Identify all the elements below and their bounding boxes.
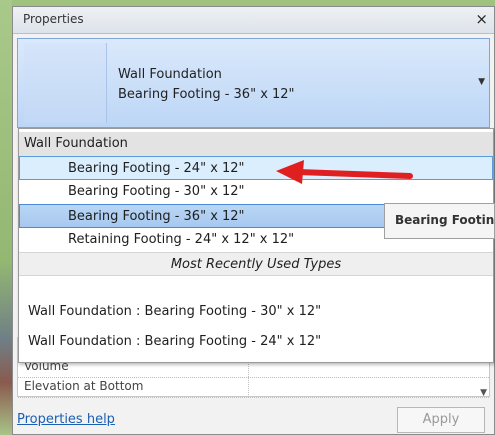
type-family-label: Wall Foundation <box>118 67 222 82</box>
type-dropdown-list: Wall Foundation Bearing Footing - 24" x … <box>18 128 494 363</box>
list-item[interactable]: Bearing Footing - 30" x 12" <box>19 180 493 204</box>
red-arrow-annotation <box>276 160 413 184</box>
title-bar: Properties × <box>13 7 494 34</box>
apply-button[interactable]: Apply <box>397 407 485 433</box>
list-item-label: Wall Foundation : Bearing Footing - 24" … <box>28 334 322 349</box>
close-icon[interactable]: × <box>475 10 488 28</box>
group-header-label: Wall Foundation <box>24 136 128 151</box>
property-row[interactable]: Elevation at Bottom <box>18 377 489 398</box>
recent-types-label: Most Recently Used Types <box>170 257 342 272</box>
list-item-label: Bearing Footing - 30" x 12" <box>68 184 245 199</box>
background <box>0 0 12 435</box>
list-item-label: Bearing Footing - 36" x 12" <box>68 209 245 224</box>
tooltip: Bearing Footin <box>384 203 495 239</box>
type-thumbnail <box>24 43 107 123</box>
properties-help-link[interactable]: Properties help <box>17 412 115 427</box>
property-label: Elevation at Bottom <box>24 379 144 393</box>
type-name-label: Bearing Footing - 36" x 12" <box>118 87 295 102</box>
type-selector[interactable]: Wall Foundation Bearing Footing - 36" x … <box>17 38 490 128</box>
list-item-label: Wall Foundation : Bearing Footing - 30" … <box>28 304 322 319</box>
group-header: Wall Foundation <box>19 132 493 156</box>
list-item-label: Bearing Footing - 24" x 12" <box>68 161 245 176</box>
list-item[interactable]: Bearing Footing - 24" x 12" <box>19 156 493 180</box>
dropdown-caret-icon[interactable]: ▼ <box>478 77 485 87</box>
tooltip-text: Bearing Footin <box>395 213 495 227</box>
recent-list-item[interactable]: Wall Foundation : Bearing Footing - 30" … <box>19 300 493 324</box>
recent-list-item[interactable]: Wall Foundation : Bearing Footing - 24" … <box>19 330 493 354</box>
panel-title: Properties <box>23 12 84 26</box>
column-divider <box>248 377 249 397</box>
scroll-down-icon[interactable]: ▼ <box>480 388 487 398</box>
recent-types-header: Most Recently Used Types <box>19 252 493 276</box>
list-item-label: Retaining Footing - 24" x 12" x 12" <box>68 232 295 247</box>
